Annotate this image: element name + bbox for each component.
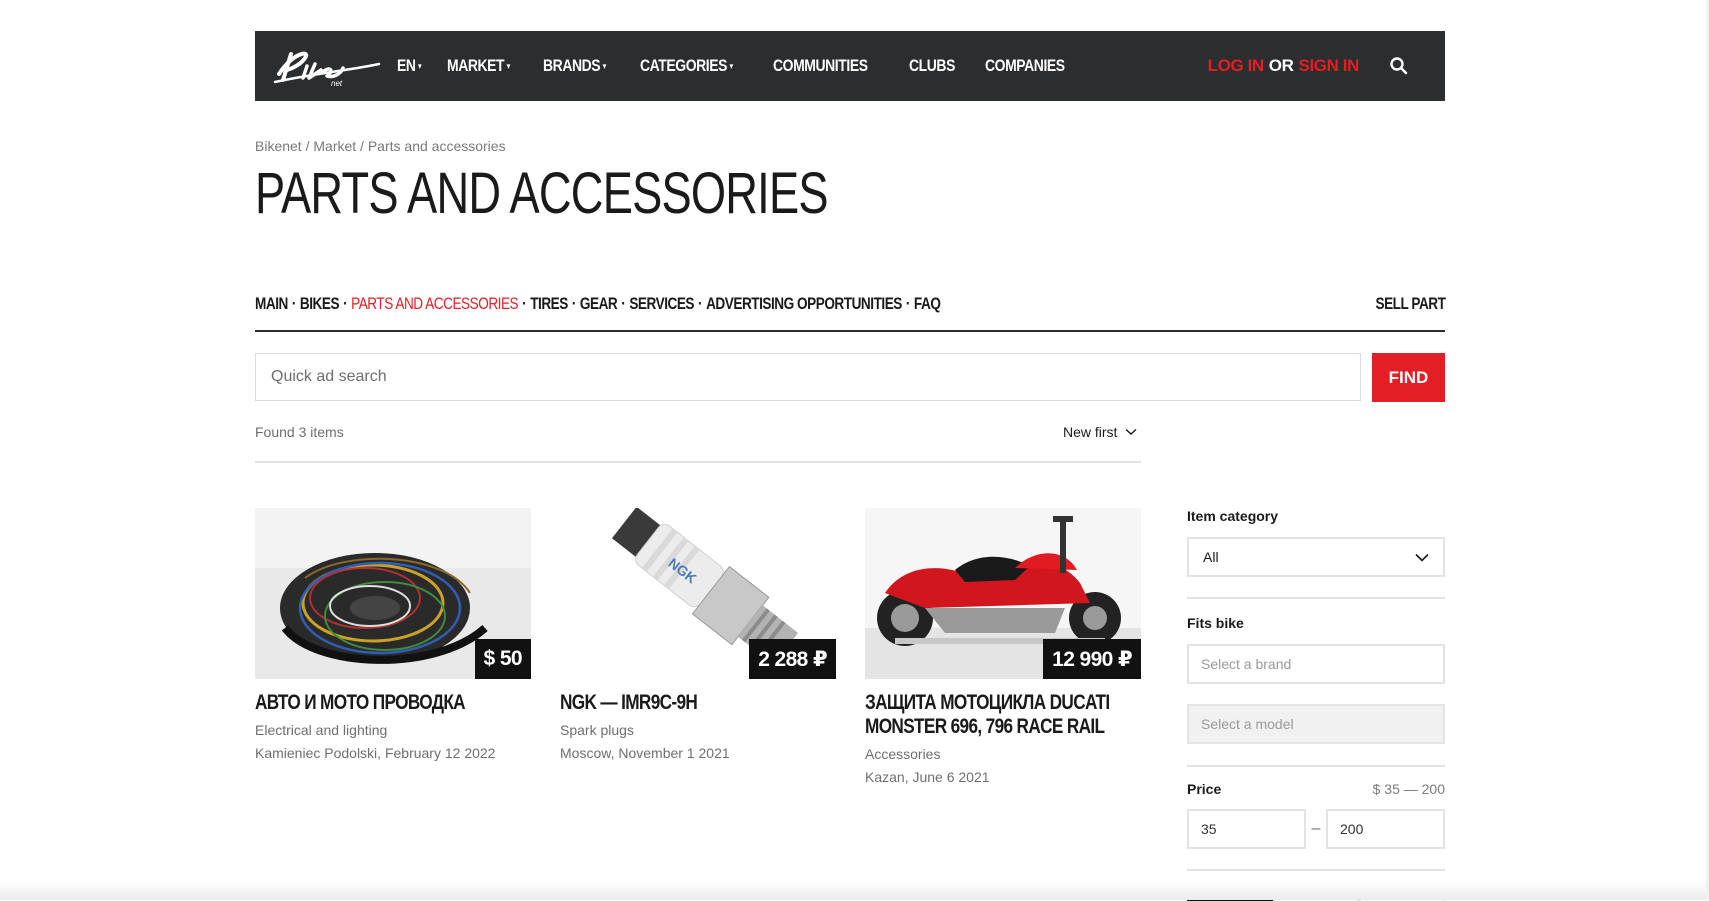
section-nav: MAIN · BIKES · PARTS AND ACCESSORIES · TIRE… [255,294,1445,332]
chevron-down-icon [1415,553,1429,562]
nav-right: LOG IN OR SIGN IN [1208,31,1445,101]
listing-location-date: Kamieniec Podolski, February 12 2022 [255,745,496,761]
search-icon[interactable] [1389,56,1409,76]
section-bikes[interactable]: BIKES [300,294,340,314]
breadcrumb-current: Parts and accessories [367,138,506,154]
category-select-value: All [1203,549,1219,565]
section-tires[interactable]: TIRES [530,294,568,314]
sort-label: New first [1063,424,1118,440]
price-range-inputs: – [1187,809,1445,849]
price-range-text: $ 35 — 200 [1372,781,1445,797]
filter-divider [1187,765,1445,767]
auth-or: OR [1268,56,1294,75]
model-input[interactable] [1187,704,1445,744]
nav-clubs[interactable]: CLUBS [909,56,955,76]
section-main[interactable]: MAIN [255,294,288,314]
listing-image[interactable]: NGK 2 288 ₽ [560,508,836,679]
results-divider [255,461,1141,463]
section-services[interactable]: SERVICES [629,294,694,314]
price-label: Price [1187,781,1222,797]
breadcrumb-sep: / [356,138,368,154]
listing-category: Spark plugs [560,722,634,738]
nav-categories[interactable]: CATEGORIES ▾ [640,56,733,76]
breadcrumb: Bikenet / Market / Parts and accessories [255,138,506,154]
nav-market[interactable]: MARKET ▾ [447,56,510,76]
listing-card: NGK 2 288 ₽ NGK — IMR9C-9H Spark plugs M… [560,508,836,761]
section-faq[interactable]: FAQ [914,294,941,314]
listing-card: 12 990 ₽ ЗАЩИТА МОТОЦИКЛА DUCATI MONSTER… [865,508,1141,785]
listing-title[interactable]: NGK — IMR9C-9H [560,691,836,715]
filter-divider [1187,869,1445,871]
breadcrumb-market[interactable]: Market [313,138,356,154]
caret-down-icon: ▾ [418,60,422,71]
signin-link[interactable]: SIGN IN [1299,56,1360,76]
category-filter-label: Item category [1187,508,1279,524]
caret-down-icon: ▾ [729,60,734,71]
filter-divider [1187,597,1445,599]
nav-companies[interactable]: COMPANIES [985,56,1065,76]
listing-title[interactable]: АВТО И МОТО ПРОВОДКА [255,691,531,715]
price-max-input[interactable] [1326,809,1445,849]
price-min-input[interactable] [1187,809,1306,849]
auth-links: LOG IN OR SIGN IN [1208,56,1360,76]
search-input[interactable] [255,353,1361,401]
section-parts[interactable]: PARTS AND ACCESSORIES [351,294,519,314]
main-nav: EN ▾ MARKET ▾ BRANDS ▾ CATEGORIES ▾ COMMUNIT… [397,56,1102,76]
caret-down-icon: ▾ [603,60,607,71]
breadcrumb-sep: / [301,138,314,154]
listing-category: Accessories [865,746,941,762]
listing-category: Electrical and lighting [255,722,388,738]
price-tag: $ 50 [474,639,531,679]
top-navbar: net EN ▾ MARKET ▾ BRANDS ▾ CATEGORIES ▾ COMM… [255,31,1445,101]
filters-sidebar: Item category All Fits bike Price $ 35 —… [1187,508,1445,901]
breadcrumb-bikenet[interactable]: Bikenet [255,138,302,154]
brand-input[interactable] [1187,644,1445,684]
page-bottom-shade [0,880,1709,900]
section-gear[interactable]: GEAR [580,294,618,314]
caret-down-icon: ▾ [506,60,510,71]
category-select[interactable]: All [1187,537,1445,577]
nav-language[interactable]: EN ▾ [397,56,422,76]
svg-text:net: net [331,79,343,88]
fits-bike-label: Fits bike [1187,615,1244,631]
chevron-down-icon [1125,428,1137,435]
range-dash: – [1311,820,1321,837]
listing-location-date: Moscow, November 1 2021 [560,745,730,761]
find-button[interactable]: FIND [1372,353,1445,402]
nav-brands[interactable]: BRANDS ▾ [543,56,606,76]
listing-card: $ 50 АВТО И МОТО ПРОВОДКА Electrical and… [255,508,531,761]
listing-title[interactable]: ЗАЩИТА МОТОЦИКЛА DUCATI MONSTER 696, 796… [865,691,1141,739]
login-link[interactable]: LOG IN [1208,56,1265,76]
price-tag: 12 990 ₽ [1043,639,1141,679]
listing-location-date: Kazan, June 6 2021 [865,769,990,785]
price-tag: 2 288 ₽ [749,639,836,679]
listing-image[interactable]: $ 50 [255,508,531,679]
price-header: Price $ 35 — 200 [1187,781,1445,797]
listing-image[interactable]: 12 990 ₽ [865,508,1141,679]
sort-dropdown[interactable]: New first [1063,424,1137,440]
sell-part-link[interactable]: SELL PART [1375,294,1445,314]
section-advertising[interactable]: ADVERTISING OPPORTUNITIES [706,294,902,314]
page-title: PARTS AND ACCESSORIES [255,161,829,226]
bikenet-logo[interactable]: net [271,44,385,88]
results-count: Found 3 items [255,424,344,440]
nav-communities[interactable]: COMMUNITIES [773,56,868,76]
